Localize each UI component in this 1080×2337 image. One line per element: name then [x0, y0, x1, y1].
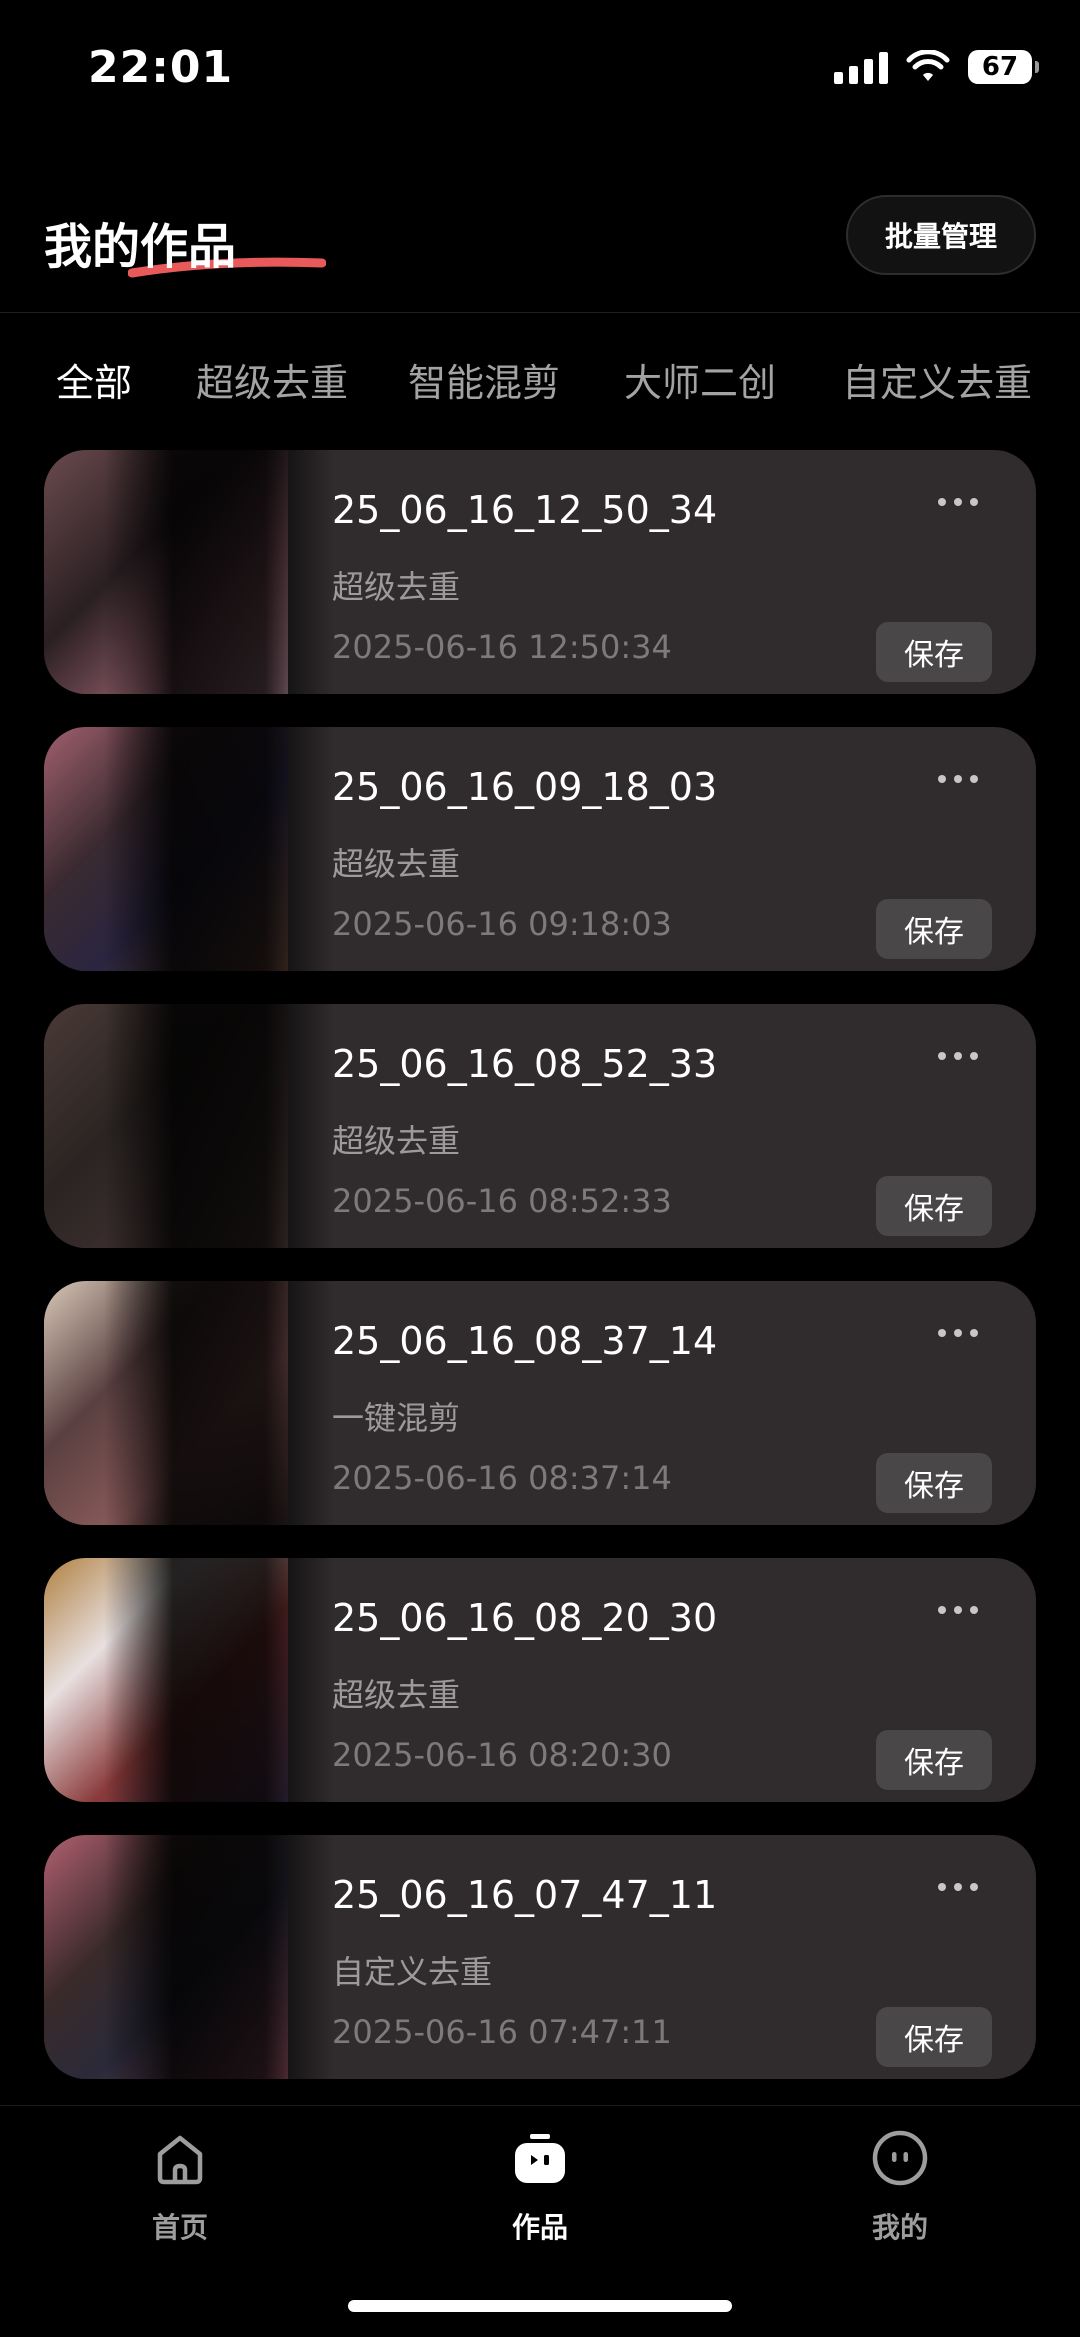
home-indicator — [348, 2300, 732, 2312]
work-date: 2025-06-16 08:20:30 — [332, 1736, 672, 1774]
page-title: 我的作品 — [44, 219, 237, 275]
home-icon — [157, 2135, 203, 2185]
work-type: 超级去重 — [332, 1122, 461, 1160]
nav-works[interactable]: 作品 — [450, 2128, 630, 2246]
work-date: 2025-06-16 09:18:03 — [332, 905, 672, 943]
work-card[interactable]: 25_06_16_08_37_14 一键混剪 2025-06-16 08:37:… — [44, 1281, 1036, 1525]
save-button[interactable]: 保存 — [876, 2007, 992, 2067]
nav-label-profile: 我的 — [871, 2211, 928, 2244]
tab-super-dedupe[interactable]: 超级去重 — [196, 352, 348, 407]
thumbnail-overlay — [104, 1004, 334, 1248]
status-icons: 67 — [834, 50, 1039, 84]
work-date: 2025-06-16 08:37:14 — [332, 1459, 672, 1497]
nav-profile[interactable]: 我的 — [810, 2128, 990, 2246]
work-title: 25_06_16_07_47_11 — [332, 1873, 718, 1917]
work-type: 超级去重 — [332, 845, 461, 883]
more-options-icon[interactable] — [938, 492, 978, 512]
thumbnail-overlay — [104, 1281, 334, 1525]
work-card[interactable]: 25_06_16_09_18_03 超级去重 2025-06-16 09:18:… — [44, 727, 1036, 971]
more-options-icon[interactable] — [938, 1323, 978, 1343]
work-date: 2025-06-16 12:50:34 — [332, 628, 672, 666]
save-button[interactable]: 保存 — [876, 1176, 992, 1236]
work-title: 25_06_16_12_50_34 — [332, 488, 718, 532]
work-type: 超级去重 — [332, 1676, 461, 1714]
work-card[interactable]: 25_06_16_07_47_11 自定义去重 2025-06-16 07:47… — [44, 1835, 1036, 2079]
tab-all[interactable]: 全部 — [56, 352, 132, 407]
header-divider — [0, 312, 1080, 313]
work-title: 25_06_16_08_52_33 — [332, 1042, 718, 1086]
tab-custom-dedupe[interactable]: 自定义去重 — [842, 352, 1032, 407]
work-card[interactable]: 25_06_16_08_20_30 超级去重 2025-06-16 08:20:… — [44, 1558, 1036, 1802]
nav-home[interactable]: 首页 — [90, 2128, 270, 2246]
status-time: 22:01 — [88, 42, 234, 93]
work-date: 2025-06-16 08:52:33 — [332, 1182, 672, 1220]
more-options-icon[interactable] — [938, 769, 978, 789]
work-title: 25_06_16_09_18_03 — [332, 765, 718, 809]
thumbnail-overlay — [104, 727, 334, 971]
save-button[interactable]: 保存 — [876, 622, 992, 682]
nav-label-works: 作品 — [511, 2211, 568, 2244]
work-type: 自定义去重 — [332, 1953, 493, 1991]
save-button[interactable]: 保存 — [876, 1453, 992, 1513]
signal-icon — [834, 50, 888, 84]
status-bar: 22:01 67 — [0, 0, 1080, 140]
profile-icon — [872, 2130, 928, 2186]
category-tabs: 全部 超级去重 智能混剪 大师二创 自定义去重 — [0, 352, 1080, 412]
thumbnail-overlay — [104, 450, 334, 694]
work-date: 2025-06-16 07:47:11 — [332, 2013, 672, 2051]
work-type: 一键混剪 — [332, 1399, 461, 1437]
page-title-wrap: 我的作品 — [44, 207, 326, 278]
thumbnail-overlay — [104, 1835, 334, 2079]
more-options-icon[interactable] — [938, 1877, 978, 1897]
more-options-icon[interactable] — [938, 1046, 978, 1066]
works-icon — [515, 2134, 565, 2183]
save-button[interactable]: 保存 — [876, 899, 992, 959]
nav-label-home: 首页 — [151, 2211, 208, 2244]
tab-master-recreate[interactable]: 大师二创 — [624, 352, 776, 407]
save-button[interactable]: 保存 — [876, 1730, 992, 1790]
battery-icon: 67 — [968, 50, 1039, 84]
thumbnail-overlay — [104, 1558, 334, 1802]
batch-manage-button[interactable]: 批量管理 — [846, 195, 1036, 275]
work-type: 超级去重 — [332, 568, 461, 606]
wifi-icon — [906, 50, 950, 81]
work-card[interactable]: 25_06_16_08_52_33 超级去重 2025-06-16 08:52:… — [44, 1004, 1036, 1248]
header: 我的作品 批量管理 — [0, 195, 1080, 315]
work-title: 25_06_16_08_20_30 — [332, 1596, 718, 1640]
work-card[interactable]: 25_06_16_12_50_34 超级去重 2025-06-16 12:50:… — [44, 450, 1036, 694]
app-screen: 22:01 67 我的作品 批量管理 全部 超级去重 智能混剪 大师二创 自定义… — [0, 0, 1080, 2337]
work-title: 25_06_16_08_37_14 — [332, 1319, 718, 1363]
more-options-icon[interactable] — [938, 1600, 978, 1620]
tab-smart-mix[interactable]: 智能混剪 — [408, 352, 560, 407]
